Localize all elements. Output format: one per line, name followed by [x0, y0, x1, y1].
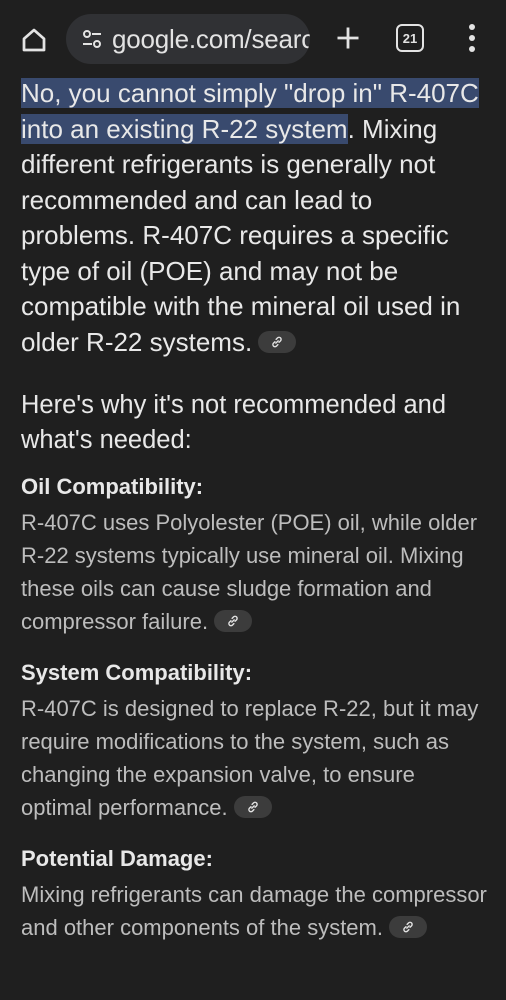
source-link-button[interactable]	[233, 796, 272, 819]
section-title: Oil Compatibility:	[21, 474, 204, 499]
summary-text: . Mixing different refrigerants is gener…	[21, 113, 461, 357]
tab-count: 21	[402, 30, 418, 46]
site-settings-icon[interactable]	[80, 27, 104, 51]
link-icon	[403, 921, 413, 933]
subheading: Here's why it's not recommended and what…	[21, 391, 447, 454]
url-text: google.com/searc	[112, 23, 310, 54]
section-body: R-407C is designed to replace R-22, but …	[21, 692, 487, 824]
source-link-button[interactable]	[258, 330, 297, 353]
source-link-button[interactable]	[388, 916, 427, 939]
ai-answer: No, you cannot simply "drop in" R-407C i…	[21, 76, 487, 944]
new-tab-button[interactable]	[330, 20, 366, 56]
more-vert-icon	[469, 24, 475, 52]
link-icon	[228, 615, 238, 627]
browser-toolbar: google.com/searc 21	[0, 0, 506, 76]
section-title: Potential Damage:	[21, 846, 213, 871]
home-icon	[22, 28, 46, 52]
link-icon	[247, 801, 258, 813]
link-icon	[272, 336, 282, 347]
overflow-menu-button[interactable]	[460, 20, 484, 56]
section-title: System Compatibility:	[21, 660, 253, 685]
section-potential-damage: Potential Damage: Mixing refrigerants ca…	[21, 844, 487, 944]
plus-icon	[337, 27, 359, 49]
home-button[interactable]	[14, 20, 54, 60]
section-body: Mixing refrigerants can damage the compr…	[21, 878, 487, 944]
answer-summary: No, you cannot simply "drop in" R-407C i…	[21, 76, 487, 360]
section-body: R-407C uses Polyolester (POE) oil, while…	[21, 506, 487, 638]
address-bar[interactable]: google.com/searc	[66, 14, 310, 64]
source-link-button[interactable]	[214, 610, 253, 633]
tab-switcher-button[interactable]: 21	[396, 24, 424, 52]
section-system-compatibility: System Compatibility: R-407C is designed…	[21, 658, 487, 824]
section-oil-compatibility: Oil Compatibility: R-407C uses Polyolest…	[21, 472, 487, 638]
